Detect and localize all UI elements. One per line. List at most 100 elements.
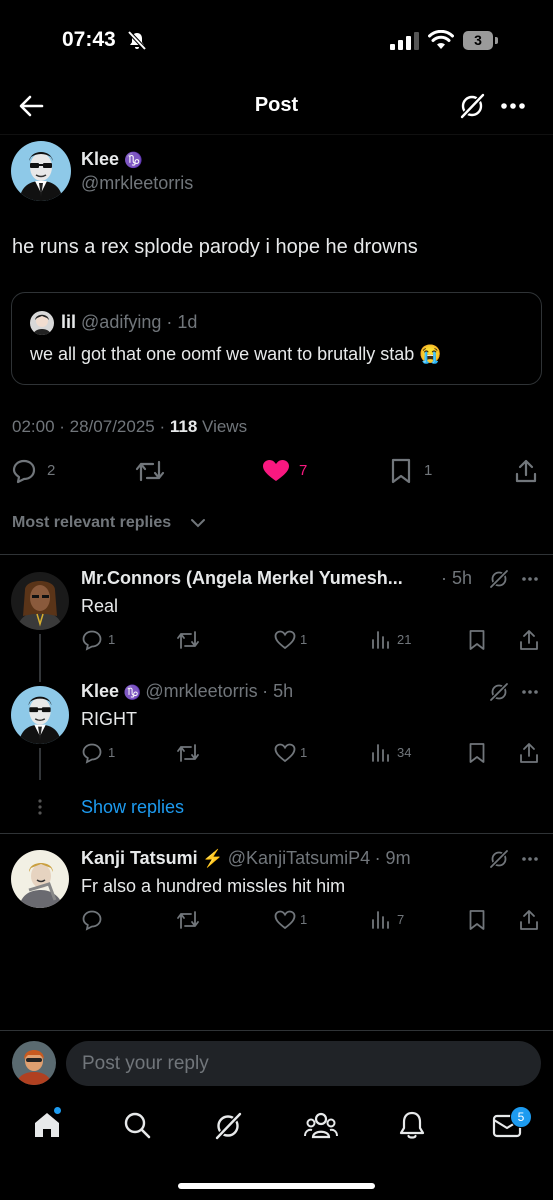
reply-header: Kanji Tatsumi ⚡ @KanjiTatsumiP4 · 9m: [81, 848, 411, 869]
author-name-row: Klee ♑: [81, 149, 143, 170]
header-divider: [0, 134, 553, 135]
reply-author-handle[interactable]: @mrkleetorris: [145, 681, 257, 701]
like-count: 7: [299, 462, 308, 479]
reply-icon[interactable]: [81, 742, 103, 764]
current-user-avatar[interactable]: [12, 1041, 56, 1085]
view-count: 34: [397, 745, 412, 760]
reply-input-placeholder: Post your reply: [82, 1053, 209, 1074]
sort-selector[interactable]: Most relevant replies: [12, 514, 171, 532]
like-icon[interactable]: [262, 459, 290, 483]
home-icon[interactable]: [32, 1110, 62, 1140]
reply-avatar[interactable]: [11, 572, 69, 630]
home-notification-dot: [54, 1107, 61, 1114]
thread-line: [39, 748, 41, 780]
quote-age: · 1d: [166, 312, 198, 332]
battery-tip: [495, 37, 498, 44]
reply-icon[interactable]: [81, 909, 103, 931]
share-icon[interactable]: [519, 629, 539, 651]
quote-author-name: lil: [61, 312, 77, 332]
post-timestamp: 02:00 · 28/07/2025 ·: [12, 417, 166, 436]
share-icon[interactable]: [519, 909, 539, 931]
messages-badge: 5: [510, 1106, 532, 1128]
like-icon[interactable]: [274, 630, 296, 650]
author-avatar[interactable]: [11, 141, 71, 201]
author-badge: ♑: [123, 684, 141, 700]
chevron-down-icon: [191, 519, 205, 528]
more-options-icon[interactable]: [521, 689, 539, 695]
cellular-signal-icon: [390, 32, 419, 50]
reply-avatar[interactable]: [11, 686, 69, 744]
reply-count: 1: [108, 745, 116, 760]
like-count: 1: [300, 745, 308, 760]
bookmark-icon[interactable]: [468, 909, 486, 931]
reply-author-handle[interactable]: @KanjiTatsumiP4: [228, 848, 370, 868]
share-icon[interactable]: [519, 742, 539, 764]
reply-age: · 5h: [441, 568, 473, 588]
like-icon[interactable]: [274, 910, 296, 930]
post-text: he runs a rex splode parody i hope he dr…: [12, 236, 418, 258]
grok-icon[interactable]: [489, 682, 509, 702]
divider: [0, 833, 553, 834]
reply-author-name[interactable]: Kanji Tatsumi: [81, 848, 198, 868]
bell-slash-icon: [127, 30, 147, 51]
battery-indicator: 3: [463, 31, 493, 50]
divider: [0, 554, 553, 555]
more-options-icon[interactable]: [521, 856, 539, 862]
reply-avatar[interactable]: [11, 850, 69, 908]
reply-count: 2: [47, 462, 56, 479]
like-count: 1: [300, 632, 308, 647]
search-icon[interactable]: [123, 1111, 151, 1139]
bookmark-icon[interactable]: [468, 629, 486, 651]
reply-author-name[interactable]: Mr.Connors (Angela Merkel Yumesh...: [81, 568, 403, 589]
author-badge: ⚡: [202, 849, 224, 868]
grok-icon[interactable]: [213, 1111, 243, 1141]
communities-icon[interactable]: [304, 1111, 338, 1139]
author-badge: ♑: [124, 152, 143, 169]
views-label: Views: [202, 417, 248, 436]
reply-text: RIGHT: [81, 709, 137, 729]
repost-icon[interactable]: [176, 909, 200, 931]
quote-author-row: lil @adifying · 1d: [61, 312, 197, 333]
repost-icon[interactable]: [176, 742, 200, 764]
reply-age: · 9m: [374, 848, 411, 868]
quote-author-avatar: [30, 311, 54, 335]
reply-icon[interactable]: [81, 629, 103, 651]
more-options-icon[interactable]: [500, 102, 526, 110]
repost-icon[interactable]: [176, 629, 200, 651]
bookmark-icon[interactable]: [468, 742, 486, 764]
thread-line: [39, 634, 41, 682]
analytics-icon[interactable]: [371, 910, 391, 930]
like-icon[interactable]: [274, 743, 296, 763]
like-count: 1: [300, 912, 308, 927]
wifi-icon: [428, 30, 454, 49]
bookmark-count: 1: [424, 462, 433, 479]
divider: [0, 1030, 553, 1031]
more-options-icon[interactable]: [521, 576, 539, 582]
reply-age: · 5h: [262, 681, 294, 701]
quoted-post[interactable]: [11, 292, 542, 385]
view-count: 7: [397, 912, 405, 927]
reply-count: 1: [108, 632, 116, 647]
repost-icon[interactable]: [135, 458, 165, 484]
author-handle[interactable]: @mrkleetorris: [81, 173, 193, 194]
reply-author-name[interactable]: Klee: [81, 681, 119, 701]
analytics-icon[interactable]: [371, 630, 391, 650]
notifications-icon[interactable]: [398, 1110, 426, 1140]
grok-icon[interactable]: [489, 569, 509, 589]
post-meta: 02:00 · 28/07/2025 · 118 Views: [12, 417, 247, 437]
status-time: 07:43: [62, 28, 116, 51]
reply-text: Fr also a hundred missles hit him: [81, 876, 346, 896]
home-indicator: [178, 1183, 375, 1189]
author-name[interactable]: Klee: [81, 149, 119, 169]
quote-text: we all got that one oomf we want to brut…: [30, 344, 442, 364]
more-replies-dots-icon: [38, 799, 42, 815]
grok-icon[interactable]: [458, 92, 486, 120]
share-icon[interactable]: [514, 458, 538, 484]
show-replies-link[interactable]: Show replies: [81, 797, 184, 818]
reply-icon[interactable]: [11, 458, 37, 484]
grok-icon[interactable]: [489, 849, 509, 869]
bookmark-icon[interactable]: [390, 458, 412, 484]
analytics-icon[interactable]: [371, 743, 391, 763]
sort-label: Most relevant replies: [12, 514, 172, 531]
view-count: 21: [397, 632, 412, 647]
